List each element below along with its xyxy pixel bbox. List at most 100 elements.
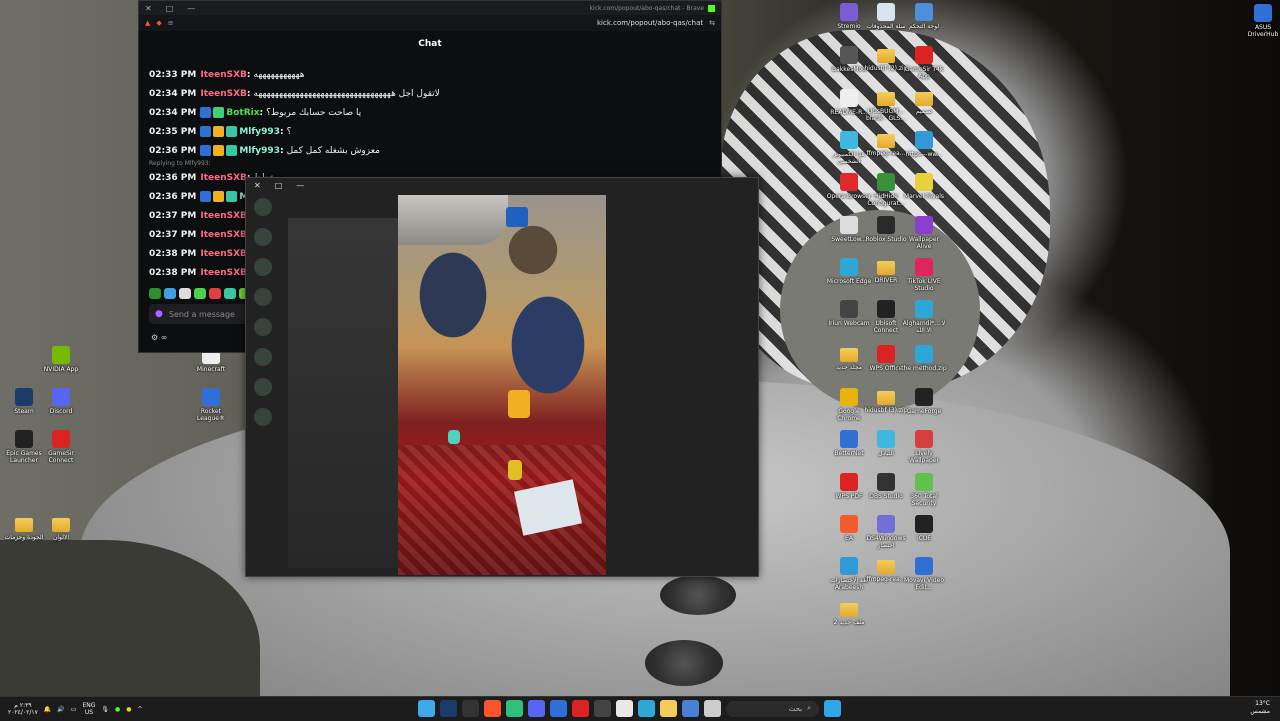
faded-background-content (288, 218, 400, 568)
chat-message[interactable]: 02:33 PM IteenSXB: هههههههههههه (139, 65, 721, 84)
address-bar: ▲ ◆ ≡ kick.com/popout/abo-qas/chat ⇆ (139, 15, 721, 31)
volume-icon[interactable]: 🔊 (57, 706, 64, 713)
desktop-icon[interactable]: Lively Wallpaper (901, 430, 947, 464)
badge-icon (200, 126, 212, 137)
emote-icon[interactable] (224, 288, 236, 299)
app-taskbar-icon[interactable] (682, 700, 699, 717)
media-photo[interactable] (398, 195, 606, 575)
minimize-icon[interactable]: — (187, 4, 195, 13)
badge-icon (200, 145, 212, 156)
desktop-icon[interactable]: ملف جديد 2 (826, 600, 872, 626)
clock[interactable]: ٢:٣٩ م ٢٠٢٤/٠٢/١٧ (8, 702, 38, 716)
file-explorer-taskbar-icon[interactable] (462, 700, 479, 717)
desktop-icon-asus[interactable]: ASUS DriverHub (1240, 4, 1280, 38)
chat-message[interactable]: 02:34 PM IteenSXB: لاتقول اجل هههههههههههه… (139, 84, 721, 103)
desktop-icon[interactable]: Alghamdi*... لا الا الله (901, 300, 947, 334)
folder-taskbar-icon[interactable] (660, 700, 677, 717)
photo-cooler (506, 207, 528, 227)
maximize-icon[interactable]: □ (166, 4, 174, 13)
desktop-icon[interactable]: GameSir T4k App (901, 46, 947, 80)
edge-taskbar-icon[interactable] (638, 700, 655, 717)
app-icon (915, 300, 933, 318)
message-username[interactable]: IteenSXB (200, 173, 247, 183)
brave-taskbar-icon[interactable] (484, 700, 501, 717)
viewer-close-icon[interactable]: ✕ (254, 181, 261, 190)
app-icon (915, 131, 933, 149)
chat-message[interactable]: 02:35 PM Mlfy993: ؟ (139, 122, 721, 141)
steam-taskbar-icon[interactable] (440, 700, 457, 717)
url-text[interactable]: kick.com/popout/abo-qas/chat (597, 19, 703, 27)
message-username[interactable]: BotRix (226, 108, 259, 118)
desktop-icon[interactable]: Movavi Video Edit... (901, 557, 947, 591)
close-icon[interactable]: ✕ (145, 4, 152, 13)
app-icon (840, 388, 858, 406)
app-taskbar-icon[interactable] (506, 700, 523, 717)
taskbar-search[interactable]: بحث ⌕ (726, 700, 819, 717)
settings-taskbar-icon[interactable] (594, 700, 611, 717)
message-username[interactable]: IteenSXB (200, 211, 247, 221)
taskbar-app-icon[interactable] (418, 700, 435, 717)
chat-message[interactable]: 02:36 PM Mlfy993: معزوش بشغله كمل كمل (139, 141, 721, 160)
desktop-icon[interactable]: 360 Total Security (901, 473, 947, 507)
wallpaper-button-bottom (645, 640, 723, 686)
desktop-icon[interactable]: GameForge (901, 388, 947, 415)
desktop-icon[interactable]: TikTok LIVE Studio (901, 258, 947, 292)
site-settings-icon[interactable]: ≡ (168, 19, 174, 27)
browser-titlebar: ✕ □ — kick.com/popout/abo-qas/chat - Bra… (139, 1, 721, 15)
desktop-icon[interactable]: the method.zip (901, 345, 947, 372)
message-username[interactable]: IteenSXB (200, 249, 247, 259)
brave-shield-icon[interactable]: ◆ (156, 19, 161, 27)
message-username[interactable]: IteenSXB (200, 230, 247, 240)
photo-teapot (508, 390, 530, 418)
viewer-minimize-icon[interactable]: — (296, 181, 304, 190)
desktop-icon[interactable]: الالوان (38, 515, 84, 541)
settings-icon[interactable]: ⚙ (151, 333, 158, 342)
wps-taskbar-icon[interactable] (572, 700, 589, 717)
emote-icon[interactable] (164, 288, 176, 299)
desktop-icon[interactable]: Rocket League® (188, 388, 234, 422)
desktop-icon[interactable]: Discord (38, 388, 84, 415)
message-time: 02:35 PM (149, 126, 197, 137)
desktop-icon[interactable]: https---ww... (901, 131, 947, 158)
desktop-icon[interactable]: NVIDIA App (38, 346, 84, 373)
message-username[interactable]: Mlfy993 (239, 146, 280, 156)
emote-icon[interactable] (209, 288, 221, 299)
desktop-icon-label: Wallpaper Alive (908, 236, 939, 250)
share-icon[interactable]: ⇆ (709, 19, 715, 27)
desktop-icon-label: TikTok LIVE Studio (907, 278, 941, 292)
chevron-up-icon[interactable]: ^ (138, 706, 143, 713)
emote-icon[interactable] (149, 288, 161, 299)
network-icon[interactable]: ▭ (71, 706, 77, 713)
desktop-icon[interactable]: Wallpaper Alive (901, 216, 947, 250)
store-taskbar-icon[interactable] (616, 700, 633, 717)
mic-icon[interactable]: 🎙 (101, 706, 109, 713)
message-username[interactable]: IteenSXB (200, 268, 247, 278)
notification-icon[interactable]: 🔔 (44, 706, 51, 713)
start-button[interactable] (824, 700, 841, 717)
weather-widget[interactable]: 13°C مشمس (1250, 700, 1270, 716)
language-indicator[interactable]: ENG US (82, 702, 95, 716)
microphone-icon[interactable]: ● (155, 309, 163, 319)
message-username[interactable]: IteenSXB (200, 70, 247, 80)
discord-taskbar-icon[interactable] (528, 700, 545, 717)
folder-icon (915, 92, 933, 106)
app-taskbar-icon[interactable] (550, 700, 567, 717)
message-text: هههههههههههه (253, 69, 305, 80)
desktop-icon[interactable]: Marvel Rivals (901, 173, 947, 200)
desktop-icon[interactable]: تصميم (901, 89, 947, 115)
desktop-icon[interactable]: iCUE (901, 515, 947, 542)
desktop-icon[interactable]: لوحة التحكم (901, 3, 947, 30)
nvidia-tray-icon[interactable]: ● (115, 706, 120, 713)
message-username[interactable]: Mlfy993 (239, 127, 280, 137)
emote-icon[interactable] (194, 288, 206, 299)
viewer-maximize-icon[interactable]: □ (275, 181, 283, 190)
emote-icon[interactable] (179, 288, 191, 299)
desktop-icon[interactable]: GameSir Connect (38, 430, 84, 464)
app-taskbar-icon[interactable] (704, 700, 721, 717)
chat-message[interactable]: 02:34 PM BotRix: يا صاحت حسابك مربوط؟ (139, 103, 721, 122)
message-time: 02:33 PM (149, 69, 197, 80)
brave-lion-icon[interactable]: ▲ (145, 19, 150, 27)
badge-icon (200, 107, 212, 118)
tray-icon[interactable]: ● (126, 706, 131, 713)
message-username[interactable]: IteenSXB (200, 89, 247, 99)
